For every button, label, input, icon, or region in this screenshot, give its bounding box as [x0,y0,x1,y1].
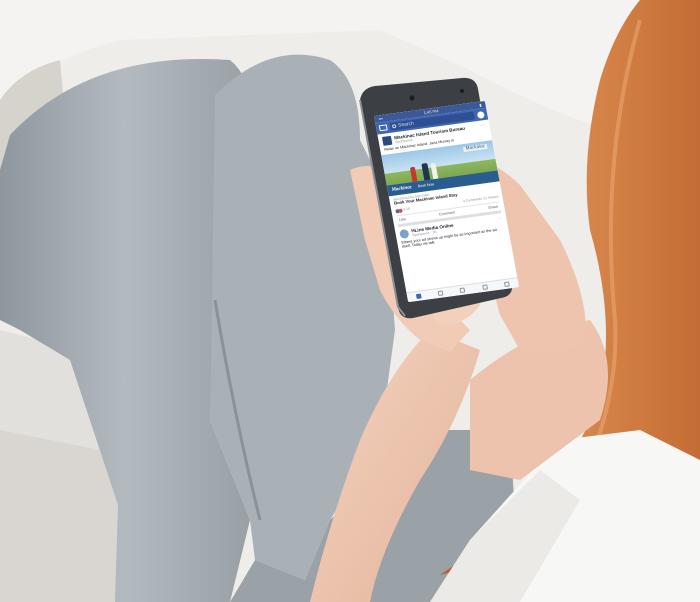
share-button[interactable]: Share [488,204,499,209]
sponsored-post: Mackinac Island Tourism Bureau Sponsored… [377,120,505,228]
photo-background [0,0,700,602]
person-figure [421,162,431,181]
page-avatar[interactable] [381,135,393,146]
search-icon [391,124,397,129]
reaction-summary[interactable]: 3.1K [395,207,411,213]
reaction-count: 3.1K [403,206,411,212]
messenger-icon[interactable] [476,110,485,119]
comment-button[interactable]: Comment [439,210,456,216]
phone-sensor [460,89,464,93]
marketplace-icon[interactable] [459,287,466,294]
like-button[interactable]: Like [399,217,407,222]
camera-icon[interactable] [378,124,388,132]
search-placeholder: Search [397,120,415,129]
menu-icon[interactable] [504,281,511,287]
signal-icon: ▪▪▪ [378,115,384,122]
banner-brand: Mackinac [391,184,413,193]
share-count[interactable]: 12 Shares [483,195,499,201]
person-figure [409,166,418,182]
more-options-icon[interactable]: ··· [497,215,503,222]
banner-cta: Book Now [417,182,435,189]
friends-icon[interactable] [437,290,444,297]
battery-icon: ▮ [478,102,482,108]
more-options-icon[interactable]: ··· [480,122,486,129]
photo-scene: ▪▪▪ 1:45 PM ▮ Search Mackinac Island Tou… [0,0,700,602]
news-feed-icon[interactable] [415,293,422,300]
person-figure [430,162,439,179]
love-reaction-icon [398,208,403,213]
image-logo: Mackinac [463,143,488,152]
comment-count[interactable]: 4 Comments [463,197,483,204]
profile-avatar[interactable] [398,228,410,239]
phone-camera [409,95,415,101]
notifications-icon[interactable] [482,284,488,290]
